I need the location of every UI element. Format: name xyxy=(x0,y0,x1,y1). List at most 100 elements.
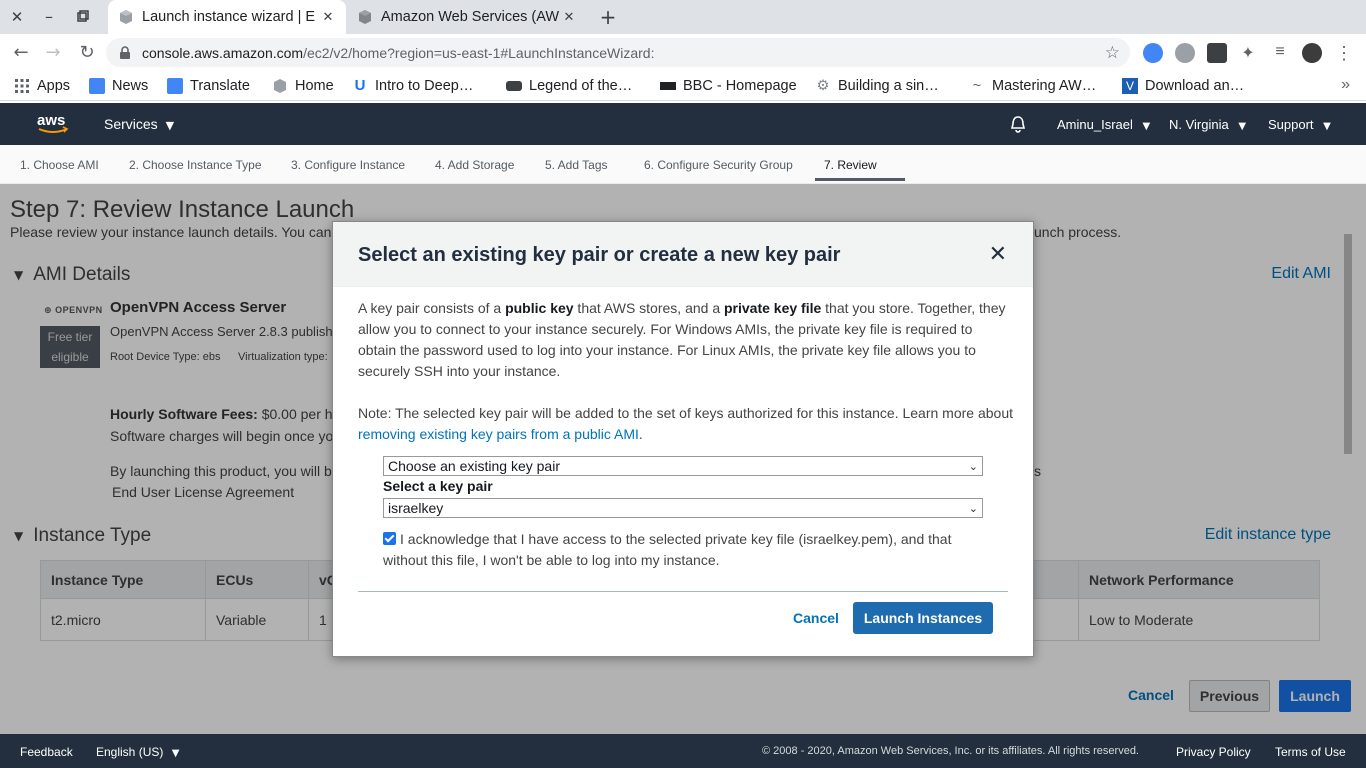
profile-avatar-icon[interactable] xyxy=(1302,43,1322,63)
wizard-step-storage[interactable]: 4. Add Storage xyxy=(435,158,514,172)
window-minimize-icon[interactable]: – xyxy=(40,8,58,26)
reload-icon[interactable]: ↻ xyxy=(75,41,99,65)
bookmark-label: Download an… xyxy=(1145,78,1245,94)
aws-logo[interactable]: aws xyxy=(36,111,70,137)
bell-icon[interactable] xyxy=(1009,115,1027,133)
browser-tab-launch-wizard[interactable]: Launch instance wizard | E ✕ xyxy=(108,0,346,34)
active-step-indicator xyxy=(815,178,905,181)
browser-tab-strip: ✕ – Launch instance wizard | E ✕ Amazon … xyxy=(0,0,1366,34)
news-icon xyxy=(89,78,105,94)
support-label: Support xyxy=(1268,117,1314,132)
bookmark-news[interactable]: News xyxy=(89,76,148,96)
bookmark-home[interactable]: Home xyxy=(272,76,334,96)
tab-title: Amazon Web Services (AW xyxy=(381,9,560,25)
caret-down-icon: ▼ xyxy=(1238,121,1247,132)
bookmark-translate[interactable]: Translate xyxy=(167,76,250,96)
text-run: Note: The selected key pair will be adde… xyxy=(358,405,1014,421)
home-icon xyxy=(272,78,288,94)
close-icon[interactable]: ✕ xyxy=(989,242,1007,268)
google-extension-icon[interactable] xyxy=(1143,43,1163,63)
wizard-step-review[interactable]: 7. Review xyxy=(824,158,877,172)
bookmark-label: Legend of the… xyxy=(529,78,633,94)
browser-tab-aws[interactable]: Amazon Web Services (AW ✕ xyxy=(347,0,587,34)
removing-key-pairs-link[interactable]: removing existing key pairs from a publi… xyxy=(358,426,639,442)
language-label: English (US) xyxy=(96,745,164,759)
terms-of-use-link[interactable]: Terms of Use xyxy=(1275,745,1346,759)
wizard-step-configure[interactable]: 3. Configure Instance xyxy=(291,158,405,172)
chevron-down-icon: ⌄ xyxy=(968,460,978,473)
new-tab-icon[interactable]: + xyxy=(597,6,619,28)
text-run: that AWS stores, and a xyxy=(573,300,724,316)
tab-close-icon[interactable]: ✕ xyxy=(320,10,336,25)
tab-close-icon[interactable]: ✕ xyxy=(561,10,577,25)
key-pair-select[interactable]: israelkey ⌄ xyxy=(383,498,983,518)
puzzle-extensions-icon[interactable]: ✦ xyxy=(1238,43,1258,63)
bookmark-label: Mastering AW… xyxy=(992,78,1097,94)
bookmark-label: BBC - Homepage xyxy=(683,78,797,94)
wizard-step-tags[interactable]: 5. Add Tags xyxy=(545,158,608,172)
select-value: israelkey xyxy=(388,500,444,516)
dialog-cancel-button[interactable]: Cancel xyxy=(793,610,839,626)
key-pair-explanation: A key pair consists of a public key that… xyxy=(358,298,1013,382)
wizard-step-choose-ami[interactable]: 1. Choose AMI xyxy=(20,158,99,172)
language-menu[interactable]: English (US) ▼ xyxy=(96,745,179,759)
url-path: /ec2/v2/home?region=us-east-1#LaunchInst… xyxy=(303,44,655,61)
bookmark-label: Intro to Deep… xyxy=(375,78,474,94)
select-key-pair-label: Select a key pair xyxy=(383,478,493,494)
bookmarks-overflow-icon[interactable]: » xyxy=(1341,76,1350,94)
owl-extension-icon[interactable] xyxy=(1175,43,1195,63)
lock-icon xyxy=(118,45,132,60)
wizard-step-security-group[interactable]: 6. Configure Security Group xyxy=(644,158,793,172)
url-host: console.aws.amazon.com xyxy=(142,44,304,61)
car-icon xyxy=(506,81,522,91)
services-menu[interactable]: Services ▼ xyxy=(104,116,174,132)
url-text: console.aws.amazon.com/ec2/v2/home?regio… xyxy=(142,45,654,61)
text-run: . xyxy=(638,426,643,442)
text-run: private key file xyxy=(724,300,822,316)
svg-text:aws: aws xyxy=(37,112,65,129)
acknowledge-text: I acknowledge that I have access to the … xyxy=(383,531,952,568)
acknowledge-checkbox[interactable] xyxy=(383,532,396,545)
copyright-text: © 2008 - 2020, Amazon Web Services, Inc.… xyxy=(762,745,1139,757)
forward-icon[interactable]: → xyxy=(41,41,65,65)
text-run: public key xyxy=(505,300,574,316)
region-menu[interactable]: N. Virginia ▼ xyxy=(1169,117,1246,132)
key-pair-dialog: Select an existing key pair or create a … xyxy=(332,221,1034,657)
key-pair-mode-select[interactable]: Choose an existing key pair ⌄ xyxy=(383,456,983,476)
privacy-policy-link[interactable]: Privacy Policy xyxy=(1176,745,1251,759)
select-value: Choose an existing key pair xyxy=(388,458,560,474)
window-close-icon[interactable]: ✕ xyxy=(8,8,26,26)
wizard-step-instance-type[interactable]: 2. Choose Instance Type xyxy=(129,158,262,172)
acknowledge-row: I acknowledge that I have access to the … xyxy=(383,529,983,571)
bookmark-building[interactable]: ⚙ Building a sin… xyxy=(815,76,939,96)
media-list-icon[interactable]: ≡ xyxy=(1270,43,1290,63)
chevron-down-icon: ⌄ xyxy=(968,502,978,515)
bbc-icon xyxy=(660,82,676,90)
bookmark-star-icon[interactable]: ☆ xyxy=(1105,43,1120,63)
bookmark-download[interactable]: V Download an… xyxy=(1122,76,1244,96)
window-restore-icon[interactable] xyxy=(74,8,92,26)
wave-icon: ~ xyxy=(972,78,982,94)
region-name: N. Virginia xyxy=(1169,117,1229,132)
download-extension-icon[interactable] xyxy=(1207,43,1227,63)
bookmark-label: Translate xyxy=(190,78,250,94)
back-icon[interactable]: ← xyxy=(9,41,33,65)
bookmark-legend[interactable]: Legend of the… xyxy=(506,76,632,96)
bookmark-mastering[interactable]: ~ Mastering AW… xyxy=(969,76,1096,96)
udacity-icon: U xyxy=(354,77,366,94)
launch-instances-button[interactable]: Launch Instances xyxy=(853,602,993,634)
wizard-steps: 1. Choose AMI 2. Choose Instance Type 3.… xyxy=(0,145,1366,184)
support-menu[interactable]: Support ▼ xyxy=(1268,117,1331,132)
browser-menu-icon[interactable]: ⋮ xyxy=(1334,43,1354,63)
feedback-link[interactable]: Feedback xyxy=(20,745,73,759)
address-bar[interactable]: console.aws.amazon.com/ec2/v2/home?regio… xyxy=(106,38,1130,67)
bookmark-intro-deep[interactable]: U Intro to Deep… xyxy=(352,76,474,96)
gear-icon: ⚙ xyxy=(816,78,830,94)
account-name: Aminu_Israel xyxy=(1057,117,1133,132)
apps-grid-icon xyxy=(14,78,30,94)
bookmark-bbc[interactable]: BBC - Homepage xyxy=(660,76,797,96)
dialog-divider xyxy=(358,591,1008,592)
account-menu[interactable]: Aminu_Israel ▼ xyxy=(1057,117,1150,132)
key-pair-note: Note: The selected key pair will be adde… xyxy=(358,403,1013,445)
bookmark-apps[interactable]: Apps xyxy=(14,76,70,96)
